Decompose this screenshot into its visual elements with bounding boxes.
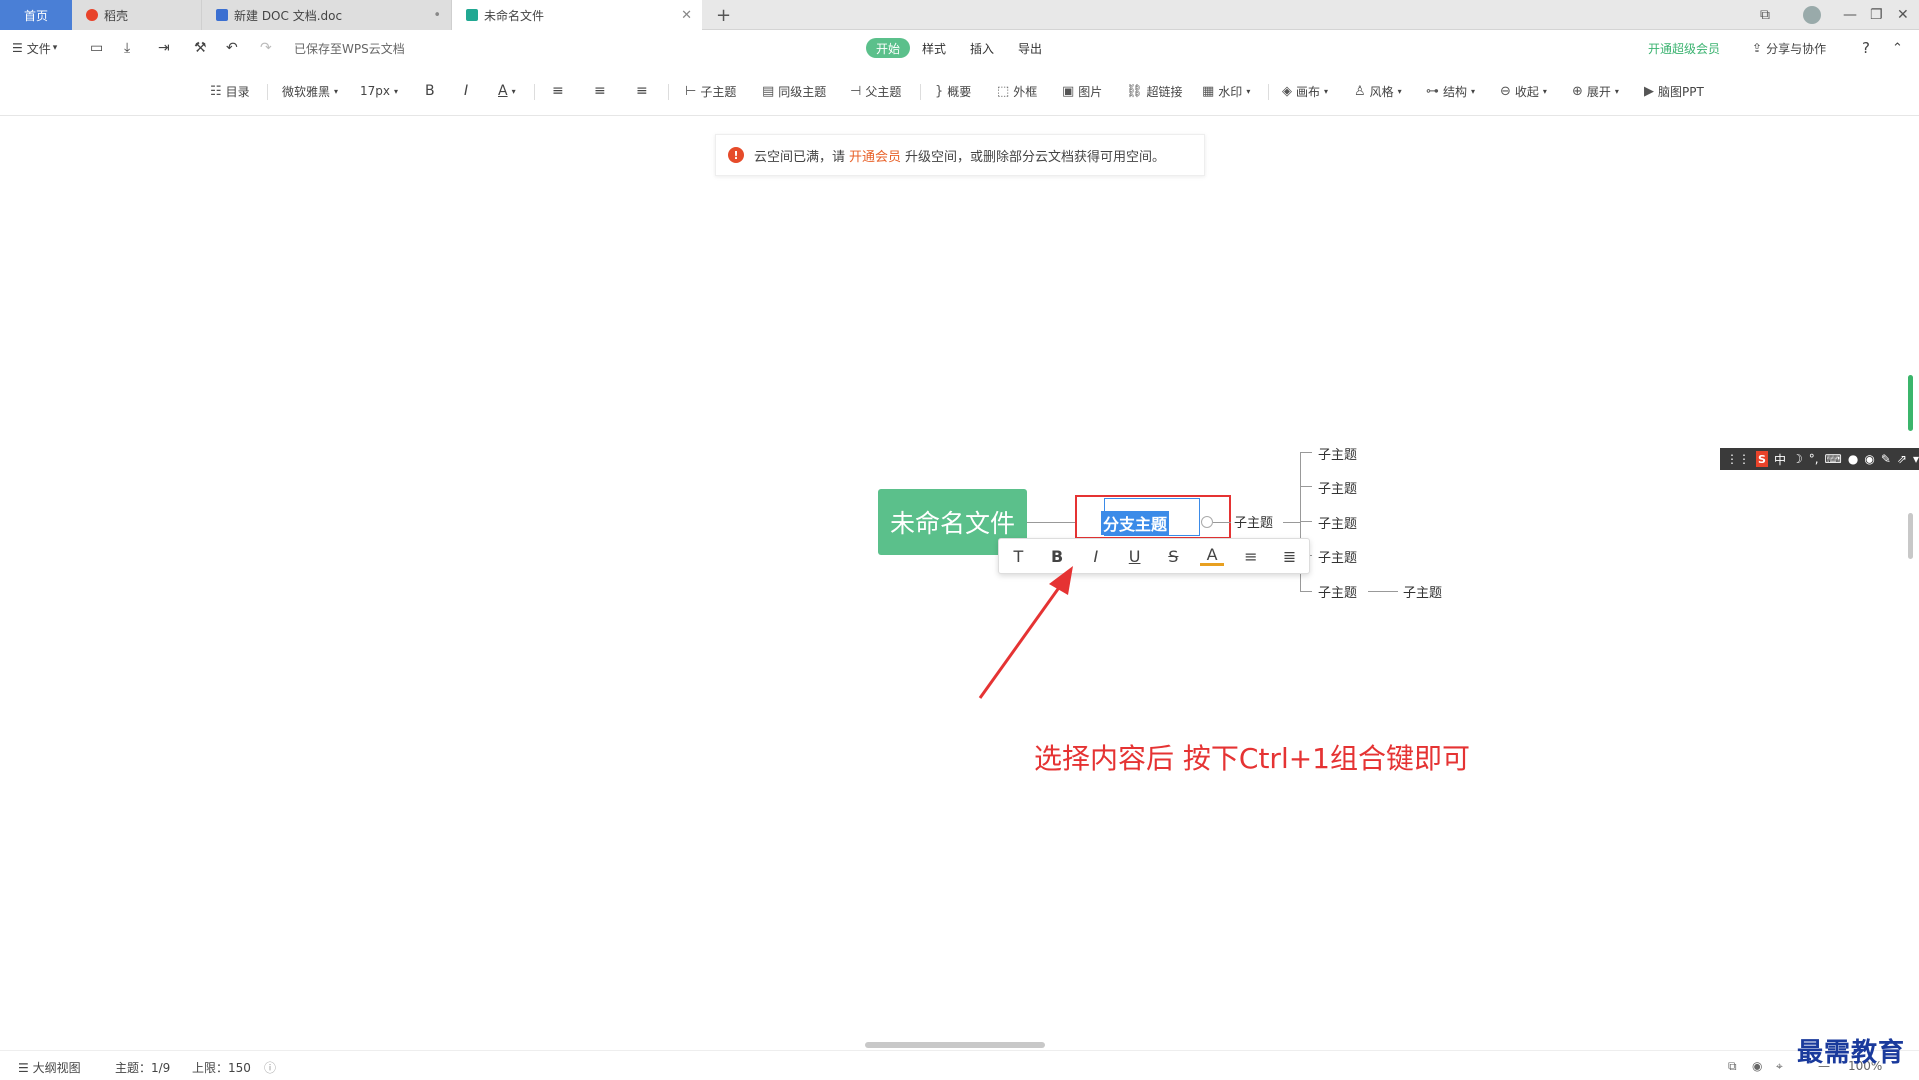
skin-icon[interactable]: ◉ bbox=[1864, 452, 1874, 466]
watermark-logo: 最需教育 bbox=[1797, 1038, 1906, 1068]
scroll-indicator-green[interactable] bbox=[1908, 375, 1913, 431]
outline-view-button[interactable]: ☰ 大纲视图 bbox=[18, 1059, 81, 1076]
list-icon: ☰ bbox=[18, 1061, 29, 1075]
locate-icon[interactable]: ⌖ bbox=[1776, 1059, 1783, 1074]
topic-count: 主题：1/9 bbox=[115, 1061, 171, 1075]
external-icon[interactable]: ⇗ bbox=[1897, 452, 1907, 466]
wrench-icon[interactable]: ✎ bbox=[1881, 452, 1891, 466]
status-bar: ☰ 大纲视图 主题：1/9 上限：150 ⓘ ⧉ ◉ ⌖ — 100% bbox=[0, 1050, 1919, 1080]
sogou-logo-icon: S bbox=[1756, 451, 1768, 467]
eye-icon[interactable]: ◉ bbox=[1752, 1059, 1762, 1073]
user-icon[interactable]: ● bbox=[1848, 452, 1858, 466]
ime-lang[interactable]: 中 bbox=[1774, 451, 1786, 468]
outline-view-label: 大纲视图 bbox=[32, 1061, 81, 1075]
vertical-scrollbar[interactable] bbox=[1908, 513, 1913, 559]
fit-icon[interactable]: ⧉ bbox=[1728, 1059, 1737, 1074]
menu-icon[interactable]: ▾ bbox=[1913, 452, 1919, 466]
ime-toolbar: ⋮⋮ S 中 ☽ °, ⌨ ● ◉ ✎ ⇗ ▾ bbox=[1720, 448, 1919, 470]
red-arrow bbox=[978, 566, 1073, 699]
horizontal-scrollbar[interactable] bbox=[865, 1042, 1045, 1048]
grip-icon: ⋮⋮ bbox=[1726, 452, 1750, 466]
help-circle-icon[interactable]: ⓘ bbox=[264, 1059, 276, 1076]
keyboard-icon[interactable]: ⌨ bbox=[1825, 452, 1842, 466]
moon-icon[interactable]: ☽ bbox=[1792, 452, 1803, 466]
topic-limit: 上限：150 bbox=[192, 1061, 251, 1075]
annotation-text: 选择内容后 按下Ctrl+1组合键即可 bbox=[1034, 742, 1470, 775]
punct-icon[interactable]: °, bbox=[1809, 452, 1819, 466]
